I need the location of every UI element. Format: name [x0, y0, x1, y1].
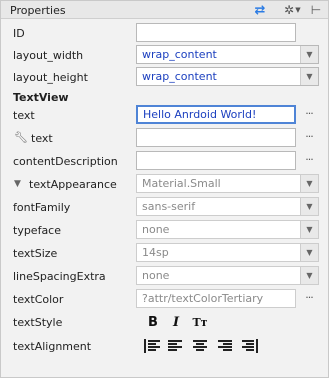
panel-title: Properties — [10, 4, 66, 17]
id-field[interactable] — [136, 23, 296, 42]
row-text-color: textColor ?attr/textColorTertiary ··· — [1, 288, 328, 311]
row-font-family: fontFamily sans-serif ▼ — [1, 196, 328, 219]
swap-arrows-icon[interactable]: ⇄ — [250, 2, 270, 18]
chevron-down-icon[interactable]: ▼ — [300, 68, 318, 85]
row-layout-height: layout_height wrap_content ▼ — [1, 66, 328, 89]
row-typeface: typeface none ▼ — [1, 219, 328, 242]
layout-height-label: layout_height — [13, 71, 88, 84]
chevron-down-icon[interactable]: ▼ — [300, 244, 318, 261]
text-style-label: textStyle — [13, 316, 63, 329]
chevron-down-icon[interactable]: ▼ — [300, 221, 318, 238]
text-field[interactable]: Hello Anrdoid World! — [136, 105, 296, 124]
row-text-alignment: textAlignment — [1, 335, 328, 358]
font-family-value: sans-serif — [142, 200, 196, 213]
textview-section-header: TextView — [1, 91, 328, 105]
content-description-more-button[interactable]: ··· — [302, 153, 316, 169]
pin-icon[interactable]: ⊢ — [308, 2, 324, 18]
chevron-down-icon[interactable]: ▼ — [300, 198, 318, 215]
layout-width-value: wrap_content — [142, 48, 217, 61]
text-color-label: textColor — [13, 293, 64, 306]
typeface-select[interactable]: none ▼ — [136, 220, 319, 239]
line-spacing-extra-label: lineSpacingExtra — [13, 270, 106, 283]
text-appearance-value: Material.Small — [142, 177, 221, 190]
line-spacing-extra-select[interactable]: none ▼ — [136, 266, 319, 285]
tools-text-more-button[interactable]: ··· — [302, 130, 316, 146]
row-text: text Hello Anrdoid World! ··· — [1, 104, 328, 127]
expand-triangle-icon[interactable]: ▼ — [14, 179, 24, 189]
row-id: ID — [1, 22, 328, 45]
section-title: TextView — [13, 91, 69, 104]
text-color-field[interactable]: ?attr/textColorTertiary — [136, 289, 296, 308]
row-content-description: contentDescription ··· — [1, 150, 328, 173]
wrench-icon: 🔧︎ — [14, 131, 28, 144]
all-caps-toggle[interactable]: Tт — [191, 313, 209, 331]
id-label: ID — [13, 27, 25, 40]
row-text-style: textStyle B I Tт — [1, 311, 328, 334]
row-layout-width: layout_width wrap_content ▼ — [1, 44, 328, 67]
italic-toggle[interactable]: I — [167, 313, 185, 331]
chevron-down-icon[interactable]: ▼ — [294, 2, 302, 18]
row-text-size: textSize 14sp ▼ — [1, 242, 328, 265]
align-left-icon[interactable] — [168, 339, 184, 353]
text-size-select[interactable]: 14sp ▼ — [136, 243, 319, 262]
row-tools-text: 🔧︎ text ··· — [1, 127, 328, 150]
typeface-label: typeface — [13, 224, 62, 237]
text-size-value: 14sp — [142, 246, 169, 259]
typeface-value: none — [142, 223, 170, 236]
font-family-label: fontFamily — [13, 201, 71, 214]
content-description-field[interactable] — [136, 151, 296, 170]
align-text-end-icon[interactable] — [242, 339, 258, 353]
align-right-icon[interactable] — [218, 339, 234, 353]
tools-text-field[interactable] — [136, 128, 296, 147]
text-appearance-label: textAppearance — [29, 178, 117, 191]
text-alignment-label: textAlignment — [13, 340, 92, 353]
text-more-button[interactable]: ··· — [302, 107, 316, 123]
align-center-icon[interactable] — [193, 339, 209, 353]
row-text-appearance: ▼ textAppearance Material.Small ▼ — [1, 173, 328, 196]
line-spacing-extra-value: none — [142, 269, 170, 282]
text-label: text — [13, 109, 35, 122]
tools-text-label: text — [31, 132, 53, 145]
panel-header: Properties ⇄ ✲ ▼ ⊢ — [1, 1, 328, 19]
text-size-label: textSize — [13, 247, 58, 260]
chevron-down-icon[interactable]: ▼ — [300, 46, 318, 63]
font-family-select[interactable]: sans-serif ▼ — [136, 197, 319, 216]
chevron-down-icon[interactable]: ▼ — [300, 267, 318, 284]
text-appearance-select[interactable]: Material.Small ▼ — [136, 174, 319, 193]
content-description-label: contentDescription — [13, 155, 118, 168]
chevron-down-icon[interactable]: ▼ — [300, 175, 318, 192]
row-line-spacing-extra: lineSpacingExtra none ▼ — [1, 265, 328, 288]
layout-width-select[interactable]: wrap_content ▼ — [136, 45, 319, 64]
text-color-more-button[interactable]: ··· — [302, 291, 316, 307]
bold-toggle[interactable]: B — [144, 313, 162, 331]
layout-height-select[interactable]: wrap_content ▼ — [136, 67, 319, 86]
layout-height-value: wrap_content — [142, 70, 217, 83]
align-text-start-icon[interactable] — [144, 339, 160, 353]
layout-width-label: layout_width — [13, 49, 84, 62]
